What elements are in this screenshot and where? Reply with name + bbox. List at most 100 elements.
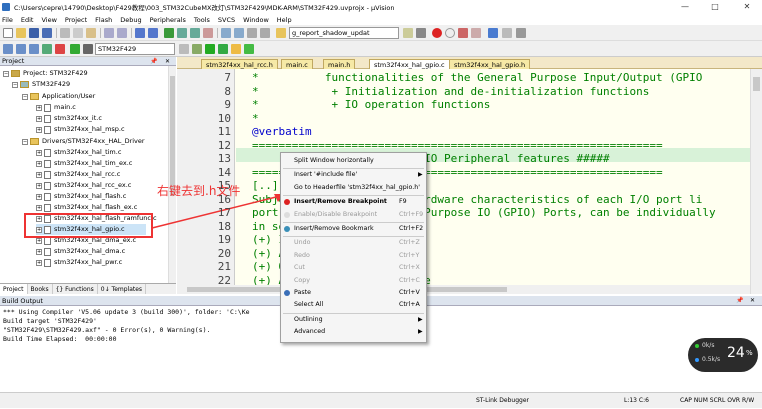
- rebuild-icon[interactable]: [29, 44, 39, 54]
- network-speed-widget[interactable]: 0k/s 0.5k/s 24 %: [688, 338, 758, 372]
- context-item-advanced[interactable]: Advanced ▶: [281, 326, 426, 338]
- editor-hscroll[interactable]: [177, 285, 750, 294]
- find-in-files-icon[interactable]: [276, 28, 286, 38]
- context-item-paste[interactable]: Paste Ctrl+V: [281, 287, 426, 299]
- save-all-icon[interactable]: [42, 28, 52, 38]
- download-icon[interactable]: [70, 44, 80, 54]
- tree-file[interactable]: + stm32f4xx_hal_rcc_ex.c: [36, 180, 131, 191]
- menu-tools[interactable]: Tools: [194, 16, 210, 24]
- pack-installer-icon[interactable]: [231, 44, 241, 54]
- select-packs-icon[interactable]: [244, 44, 254, 54]
- bookmark-next-icon[interactable]: [190, 28, 200, 38]
- context-item-insert-include-file[interactable]: Insert '#include file' ▶: [281, 169, 426, 181]
- breakpoint-kill-all-icon[interactable]: [471, 28, 481, 38]
- tree-file[interactable]: + stm32f4xx_hal_msp.c: [36, 124, 125, 135]
- nav-forward-icon[interactable]: [148, 28, 158, 38]
- build-pin-icon[interactable]: 📌: [736, 296, 743, 306]
- breakpoint-kill-icon[interactable]: [458, 28, 468, 38]
- bookmark-icon[interactable]: [164, 28, 174, 38]
- comment-icon[interactable]: [247, 28, 257, 38]
- code-editor[interactable]: [177, 69, 762, 294]
- tab-templates[interactable]: 0↓ Templates: [98, 284, 147, 294]
- tree-target[interactable]: − STM32F429: [12, 79, 70, 90]
- context-item-split-window-horizontally[interactable]: Split Window horizontally: [281, 155, 426, 167]
- tab-stm32f4xx-hal-rcc-h[interactable]: stm32f4xx_hal_rcc.h: [201, 59, 278, 69]
- batch-build-icon[interactable]: [42, 44, 52, 54]
- minimize-button[interactable]: —: [674, 0, 696, 14]
- breakpoint-icon[interactable]: [432, 28, 442, 38]
- editor-vscroll-thumb[interactable]: [753, 77, 760, 91]
- paste-icon[interactable]: [86, 28, 96, 38]
- tree-file[interactable]: + stm32f4xx_hal_tim_ex.c: [36, 158, 132, 169]
- maximize-button[interactable]: □: [704, 0, 726, 14]
- tab-books[interactable]: Books: [28, 284, 53, 294]
- open-folder-icon[interactable]: [16, 28, 26, 38]
- menu-svcs[interactable]: SVCS: [218, 16, 235, 24]
- incremental-find-icon[interactable]: [416, 28, 426, 38]
- menu-window[interactable]: Window: [243, 16, 269, 24]
- uncomment-icon[interactable]: [260, 28, 270, 38]
- build-icon[interactable]: [16, 44, 26, 54]
- dropdown-arrow-icon[interactable]: [502, 28, 512, 38]
- target-combo[interactable]: STM32F429: [95, 43, 175, 55]
- tab-main-c[interactable]: main.c: [281, 59, 313, 69]
- menu-edit[interactable]: Edit: [21, 16, 34, 24]
- bookmark-clear-icon[interactable]: [203, 28, 213, 38]
- menu-help[interactable]: Help: [277, 16, 292, 24]
- cut-icon[interactable]: [60, 28, 70, 38]
- unindent-icon[interactable]: [234, 28, 244, 38]
- undo-icon[interactable]: [104, 28, 114, 38]
- tab-functions[interactable]: {} Functions: [53, 284, 98, 294]
- panel-close-icon[interactable]: ✕: [165, 57, 170, 66]
- copy-icon[interactable]: [73, 28, 83, 38]
- menu-view[interactable]: View: [41, 16, 56, 24]
- tab-stm32f4xx-hal-gpio-h[interactable]: stm32f4xx_hal_gpio.h: [449, 59, 531, 69]
- close-button[interactable]: ✕: [736, 0, 758, 14]
- tree-root[interactable]: − Project: STM32F429: [3, 68, 88, 79]
- menu-project[interactable]: Project: [65, 16, 87, 24]
- indent-icon[interactable]: [221, 28, 231, 38]
- green-diamond-icon[interactable]: [205, 44, 215, 54]
- context-item-outlining[interactable]: Outlining ▶: [281, 314, 426, 326]
- bookmark-prev-icon[interactable]: [177, 28, 187, 38]
- find-combo[interactable]: g_report_shadow_updat: [289, 27, 399, 39]
- panel-pin-icon[interactable]: 📌: [150, 57, 157, 66]
- stop-build-icon[interactable]: [55, 44, 65, 54]
- context-item-insert-remove-bookmark[interactable]: Insert/Remove Bookmark Ctrl+F2: [281, 223, 426, 235]
- breakpoint-disable-icon[interactable]: [445, 28, 455, 38]
- context-item-select-all[interactable]: Select All Ctrl+A: [281, 299, 426, 311]
- configure-icon[interactable]: [516, 28, 526, 38]
- project-scrollbar[interactable]: [168, 66, 176, 283]
- tree-file[interactable]: + stm32f4xx_hal_tim.c: [36, 147, 121, 158]
- tree-group[interactable]: − Drivers/STM32F4xx_HAL_Driver: [22, 136, 145, 147]
- translate-icon[interactable]: [3, 44, 13, 54]
- tree-file[interactable]: + stm32f4xx_hal_dma.c: [36, 246, 125, 257]
- tree-file[interactable]: + stm32f4xx_it.c: [36, 113, 102, 124]
- tree-file[interactable]: + stm32f4xx_hal_rcc.c: [36, 169, 120, 180]
- context-item-insert-remove-breakpoint[interactable]: Insert/Remove Breakpoint F9: [281, 196, 426, 208]
- window-layout-icon[interactable]: [488, 28, 498, 38]
- save-icon[interactable]: [29, 28, 39, 38]
- tree-file[interactable]: + stm32f4xx_hal_flash_ex.c: [36, 202, 137, 213]
- redo-icon[interactable]: [117, 28, 127, 38]
- tree-file[interactable]: + stm32f4xx_hal_flash.c: [36, 191, 126, 202]
- menu-file[interactable]: File: [2, 16, 13, 24]
- context-item-go-to-headerfile-stm32f4xx-hal-gpio-h[interactable]: Go to Headerfile 'stm32f4xx_hal_gpio.h': [281, 182, 426, 194]
- tab-stm32f4xx-hal-gpio-c[interactable]: stm32f4xx_hal_gpio.c: [369, 59, 450, 69]
- find-icon[interactable]: [403, 28, 413, 38]
- menu-peripherals[interactable]: Peripherals: [150, 16, 186, 24]
- menu-debug[interactable]: Debug: [120, 16, 141, 24]
- target-options-icon[interactable]: [179, 44, 189, 54]
- target-icon[interactable]: [83, 44, 93, 54]
- editor-vscroll[interactable]: [750, 69, 762, 294]
- new-file-icon[interactable]: [3, 28, 13, 38]
- build-close-icon[interactable]: ✕: [750, 296, 755, 306]
- tree-file[interactable]: + main.c: [36, 102, 76, 113]
- tab-project[interactable]: Project: [0, 284, 28, 294]
- project-scrollbar-thumb[interactable]: [170, 76, 175, 196]
- manage-components-icon[interactable]: [192, 44, 202, 54]
- tree-file[interactable]: + stm32f4xx_hal_pwr.c: [36, 257, 122, 268]
- nav-back-icon[interactable]: [135, 28, 145, 38]
- menu-flash[interactable]: Flash: [95, 16, 112, 24]
- tree-group[interactable]: − Application/User: [22, 91, 95, 102]
